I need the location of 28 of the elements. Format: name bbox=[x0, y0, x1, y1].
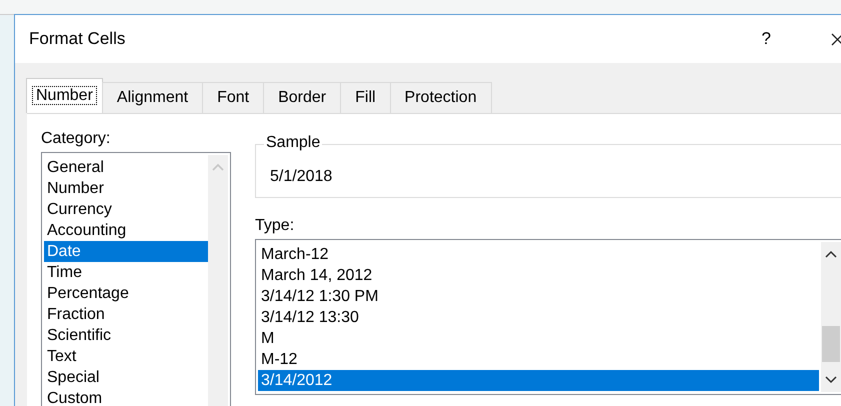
category-item[interactable]: Percentage bbox=[42, 283, 208, 304]
tab[interactable]: Protection bbox=[390, 82, 492, 113]
type-item[interactable]: March 14, 2012 bbox=[256, 265, 821, 286]
sample-value: 5/1/2018 bbox=[270, 168, 332, 186]
tab[interactable]: Number bbox=[26, 78, 103, 113]
category-item[interactable]: Time bbox=[42, 262, 208, 283]
category-item[interactable]: Special bbox=[42, 367, 208, 388]
category-item[interactable]: Date bbox=[44, 241, 208, 262]
type-item[interactable]: M-12 bbox=[256, 349, 821, 370]
category-label: Category: bbox=[41, 130, 112, 148]
category-item[interactable]: Scientific bbox=[42, 325, 208, 346]
category-item[interactable]: Custom bbox=[42, 388, 208, 406]
type-item[interactable]: 3/14/12 1:30 PM bbox=[256, 286, 821, 307]
category-item[interactable]: Fraction bbox=[42, 304, 208, 325]
type-item[interactable]: 3/14/12 13:30 bbox=[256, 307, 821, 328]
help-button[interactable]: ? bbox=[762, 29, 771, 49]
window-title: Format Cells bbox=[29, 29, 126, 49]
category-item[interactable]: Text bbox=[42, 346, 208, 367]
category-item[interactable]: Number bbox=[42, 178, 208, 199]
type-item[interactable]: M bbox=[256, 328, 821, 349]
category-item[interactable]: Currency bbox=[42, 199, 208, 220]
sample-label: Sample bbox=[264, 134, 322, 152]
type-item[interactable]: 3/14/2012 bbox=[258, 370, 819, 391]
category-item[interactable]: General bbox=[42, 157, 208, 178]
type-label: Type: bbox=[255, 217, 296, 235]
type-item[interactable]: March-12 bbox=[256, 244, 821, 265]
category-item[interactable]: Accounting bbox=[42, 220, 208, 241]
tab[interactable]: Alignment bbox=[102, 82, 204, 113]
